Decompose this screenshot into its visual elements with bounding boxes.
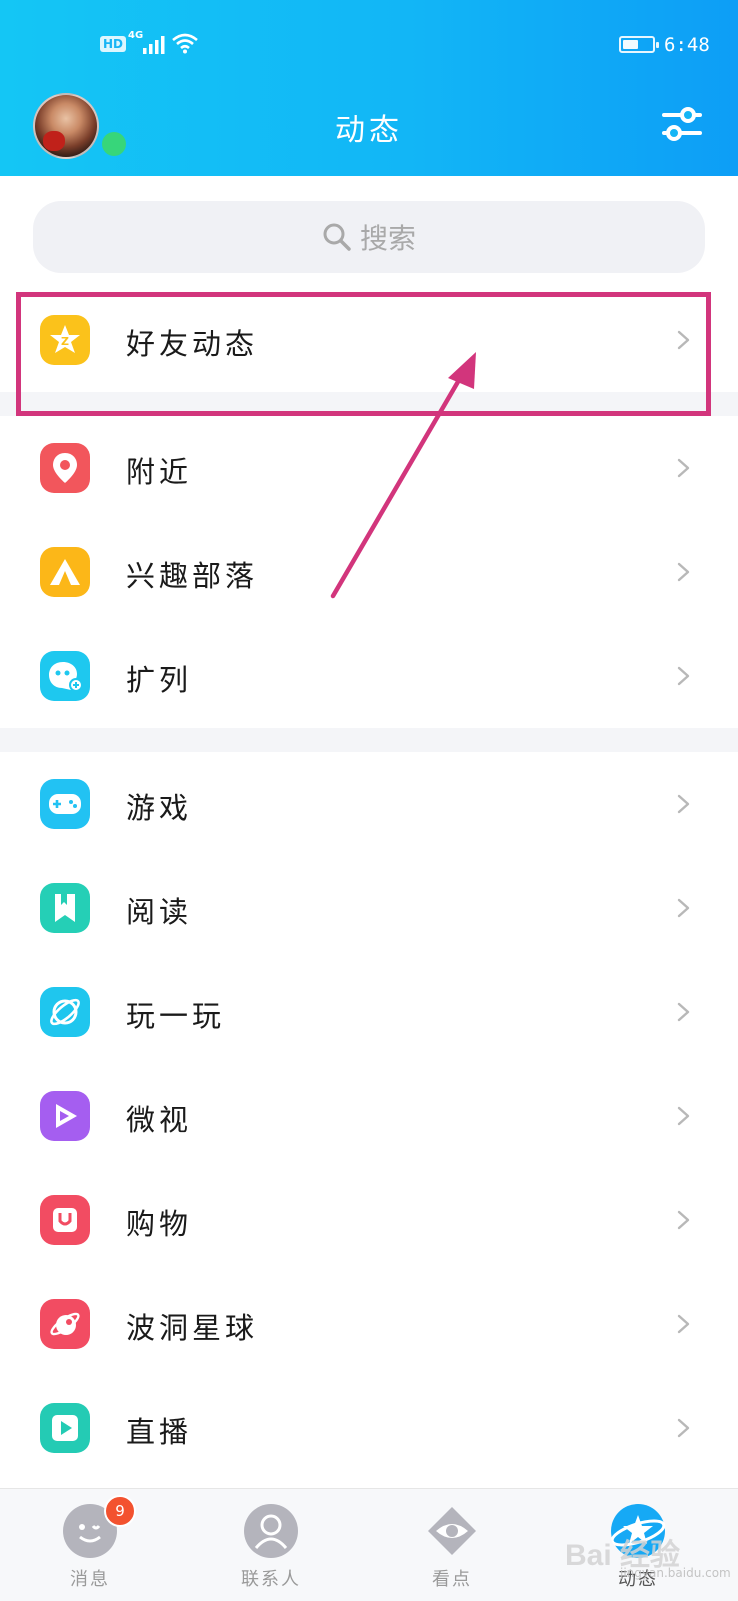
chevron-right-icon [677, 666, 690, 686]
tab-contacts[interactable]: 联系人 [211, 1489, 331, 1601]
play-icon [40, 1091, 90, 1141]
list-item-label: 游戏 [126, 791, 193, 825]
page-title: 动态 [335, 113, 403, 148]
network-type: 4G [128, 30, 144, 41]
wifi-icon [172, 33, 198, 54]
live-play-icon [40, 1403, 90, 1453]
list-item[interactable]: 购物 [0, 1168, 738, 1272]
battery-level [623, 40, 638, 49]
tab-label: 消息 [70, 1569, 110, 1590]
sliders-icon[interactable] [660, 104, 704, 144]
bookmark-icon [40, 883, 90, 933]
chevron-right-icon [677, 330, 690, 350]
contact-person-icon [244, 1504, 298, 1558]
list-item[interactable]: 扩列 [0, 624, 738, 728]
chevron-right-icon [677, 794, 690, 814]
list-item-label: 玩一玩 [126, 999, 226, 1033]
list-item[interactable]: 直播 [0, 1376, 738, 1480]
gamepad-icon [40, 779, 90, 829]
list-item[interactable]: 阅读 [0, 856, 738, 960]
search-icon [323, 223, 351, 251]
chevron-right-icon [677, 458, 690, 478]
list-item-label: 兴趣部落 [126, 559, 259, 593]
eye-icon [428, 1507, 476, 1555]
list-item-label: 扩列 [126, 663, 193, 697]
shopping-bag-icon [40, 1195, 90, 1245]
chevron-right-icon [677, 1314, 690, 1334]
list-item[interactable]: 波洞星球 [0, 1272, 738, 1376]
list-item[interactable]: 玩一玩 [0, 960, 738, 1064]
tab-label: 联系人 [241, 1569, 301, 1590]
list-item-label: 好友动态 [126, 327, 259, 361]
planet-icon [40, 987, 90, 1037]
list-item-label: 附近 [126, 455, 193, 489]
tab-messages[interactable]: 9 消息 [30, 1489, 150, 1601]
chevron-right-icon [677, 1210, 690, 1230]
list-item-label: 阅读 [126, 895, 193, 929]
watermark-url: jingyan.baidu.com [620, 1566, 731, 1580]
search-bar[interactable]: 搜索 [33, 201, 705, 273]
comet-icon [40, 1299, 90, 1349]
clock: 6:48 [664, 34, 710, 56]
chevron-right-icon [677, 898, 690, 918]
list-item[interactable]: 附近 [0, 416, 738, 520]
section-divider [0, 728, 738, 752]
svg-text:Z: Z [61, 335, 69, 348]
list-item[interactable]: 微视 [0, 1064, 738, 1168]
chat-face-plus-icon [40, 651, 90, 701]
list-item-label: 直播 [126, 1415, 193, 1449]
top-header: HD 4G 6:48 动态 [0, 0, 738, 176]
list-item[interactable]: 兴趣部落 [0, 520, 738, 624]
chevron-right-icon [677, 562, 690, 582]
chevron-right-icon [677, 1002, 690, 1022]
list-item-label: 微视 [126, 1103, 193, 1137]
tab-kandian[interactable]: 看点 [392, 1489, 512, 1601]
tent-icon [40, 547, 90, 597]
battery-icon [619, 36, 659, 53]
list-item[interactable]: Z 好友动态 [0, 288, 738, 392]
list-item[interactable]: 游戏 [0, 752, 738, 856]
unread-badge: 9 [104, 1495, 136, 1527]
search-placeholder: 搜索 [359, 222, 416, 255]
qzone-star-icon: Z [40, 315, 90, 365]
list-item-label: 购物 [126, 1207, 193, 1241]
list-item-label: 波洞星球 [126, 1311, 259, 1345]
status-bar: HD 4G 6:48 [0, 28, 738, 64]
chevron-right-icon [677, 1106, 690, 1126]
chevron-right-icon [677, 1418, 690, 1438]
signal-icon [143, 36, 165, 54]
section-divider [0, 392, 738, 416]
location-pin-icon [40, 443, 90, 493]
hd-indicator: HD [100, 36, 127, 52]
tab-label: 看点 [432, 1569, 472, 1590]
